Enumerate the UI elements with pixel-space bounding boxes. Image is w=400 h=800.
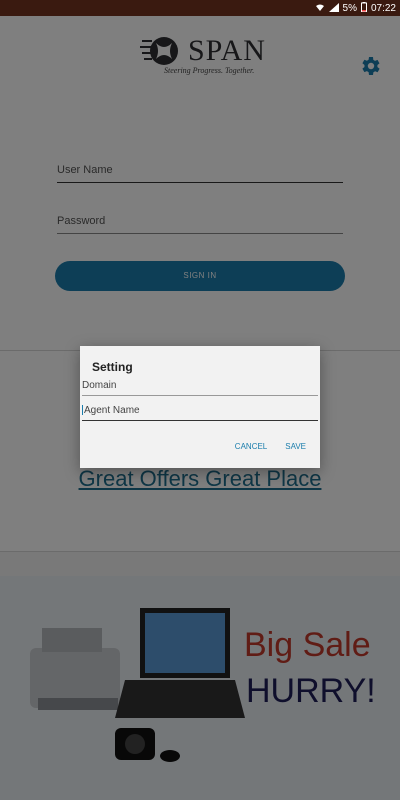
settings-dialog: Setting Domain Agent Name CANCEL SAVE (80, 346, 320, 468)
dialog-title: Setting (92, 360, 133, 374)
battery-percent: 5% (342, 3, 357, 14)
domain-underline (82, 395, 318, 396)
agent-name-input[interactable]: Agent Name (82, 405, 318, 421)
domain-input[interactable]: Domain (82, 380, 318, 396)
agent-name-underline (82, 420, 318, 421)
domain-placeholder: Domain (82, 380, 117, 391)
battery-icon (360, 2, 367, 15)
dialog-actions: CANCEL SAVE (235, 442, 306, 451)
status-icons: 5% 07:22 (315, 2, 396, 15)
save-button[interactable]: SAVE (285, 442, 306, 451)
text-cursor (82, 405, 83, 416)
signal-icon (328, 2, 339, 15)
cancel-button[interactable]: CANCEL (235, 442, 267, 451)
agent-name-placeholder: Agent Name (84, 405, 140, 416)
status-bar: 5% 07:22 (0, 0, 400, 16)
wifi-icon (315, 3, 325, 15)
clock: 07:22 (370, 3, 396, 14)
